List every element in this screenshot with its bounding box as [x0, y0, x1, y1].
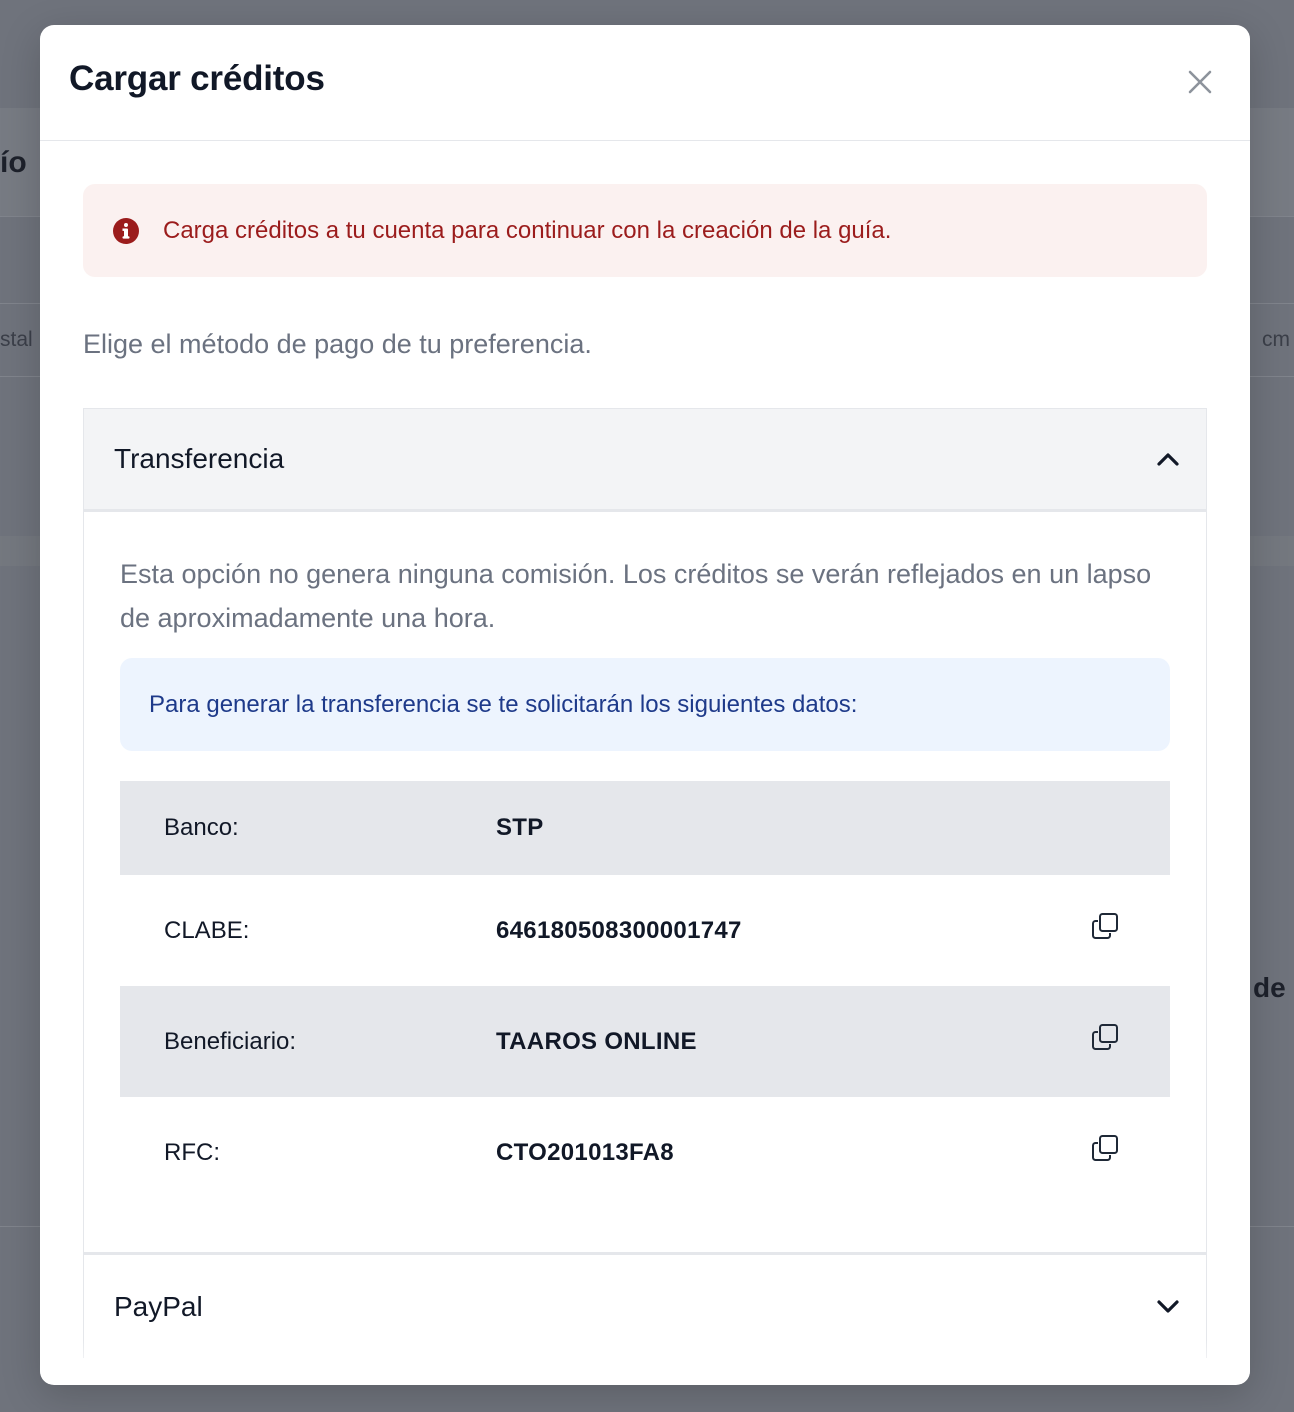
close-button[interactable] [1178, 60, 1222, 104]
transfer-description: Esta opción no genera ninguna comisión. … [120, 559, 1152, 633]
payment-method-intro: Elige el método de pago de tu preferenci… [83, 329, 592, 359]
info-text: Para generar la transferencia se te soli… [149, 690, 858, 718]
copy-clabe-button[interactable] [1090, 911, 1120, 941]
copy-icon [1092, 1135, 1118, 1161]
copy-beneficiario-button[interactable] [1090, 1022, 1120, 1052]
background-column-fragment: cm [1262, 328, 1290, 351]
row-label: CLABE: [164, 916, 250, 944]
row-label: Banco: [164, 814, 239, 841]
transfer-info-box: Para generar la transferencia se te soli… [120, 658, 1170, 751]
modal-header: Cargar créditos [40, 25, 1250, 141]
table-row: CLABE: 646180508300001747 [120, 875, 1170, 986]
copy-icon [1092, 913, 1118, 939]
credits-alert: Carga créditos a tu cuenta para continua… [83, 184, 1207, 277]
table-row: Banco: STP [120, 781, 1170, 875]
chevron-up-icon [1157, 453, 1179, 466]
chevron-down-icon [1157, 1299, 1179, 1313]
info-circle-icon [113, 217, 139, 244]
load-credits-modal: Cargar créditos Carga créditos a tu cuen… [40, 25, 1250, 1385]
accordion-header-transferencia[interactable]: Transferencia [84, 409, 1206, 512]
payment-methods-accordion: Transferencia Esta opción no genera ning… [83, 408, 1207, 1358]
row-label: RFC: [164, 1138, 220, 1166]
accordion-panel-transferencia: Esta opción no genera ninguna comisión. … [84, 512, 1206, 1255]
bank-details-table: Banco: STP CLABE: 646180508300001747 Ben… [120, 781, 1170, 1208]
modal-title: Cargar créditos [69, 58, 325, 98]
table-row: Beneficiario: TAAROS ONLINE [120, 986, 1170, 1097]
scroll-fade [40, 1340, 1250, 1384]
background-heading-fragment: ío [0, 146, 27, 179]
background-column-fragment: stal [0, 328, 33, 351]
row-value: STP [496, 814, 544, 841]
accordion-title: Transferencia [114, 443, 285, 474]
modal-body: Carga créditos a tu cuenta para continua… [40, 141, 1250, 1384]
table-row: RFC: CTO201013FA8 [120, 1097, 1170, 1208]
close-icon [1188, 70, 1212, 93]
background-text-fragment: de [1253, 972, 1286, 1003]
row-value[interactable]: TAAROS ONLINE [496, 1028, 697, 1056]
alert-text: Carga créditos a tu cuenta para continua… [163, 216, 892, 244]
row-value[interactable]: 646180508300001747 [496, 917, 742, 945]
copy-rfc-button[interactable] [1090, 1133, 1120, 1163]
row-value[interactable]: CTO201013FA8 [496, 1139, 674, 1167]
accordion-title: PayPal [114, 1290, 203, 1322]
row-label: Beneficiario: [164, 1027, 297, 1055]
copy-icon [1092, 1024, 1118, 1050]
